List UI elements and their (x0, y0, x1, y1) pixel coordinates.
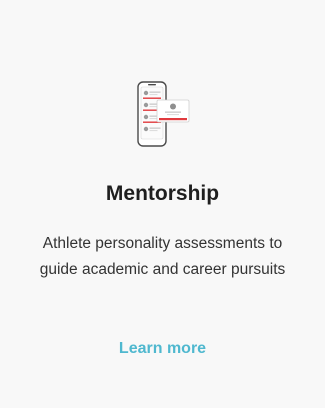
card-title: Mentorship (105, 182, 220, 205)
mentorship-app-illustration-icon (137, 81, 190, 147)
mentorship-card: Mentorship Athlete personality assessmen… (0, 0, 325, 408)
learn-more-link[interactable]: Learn more (0, 338, 325, 360)
page: Mentorship Athlete personality assessmen… (0, 0, 325, 408)
card-description: Athlete personality assessments to guide… (39, 235, 286, 278)
